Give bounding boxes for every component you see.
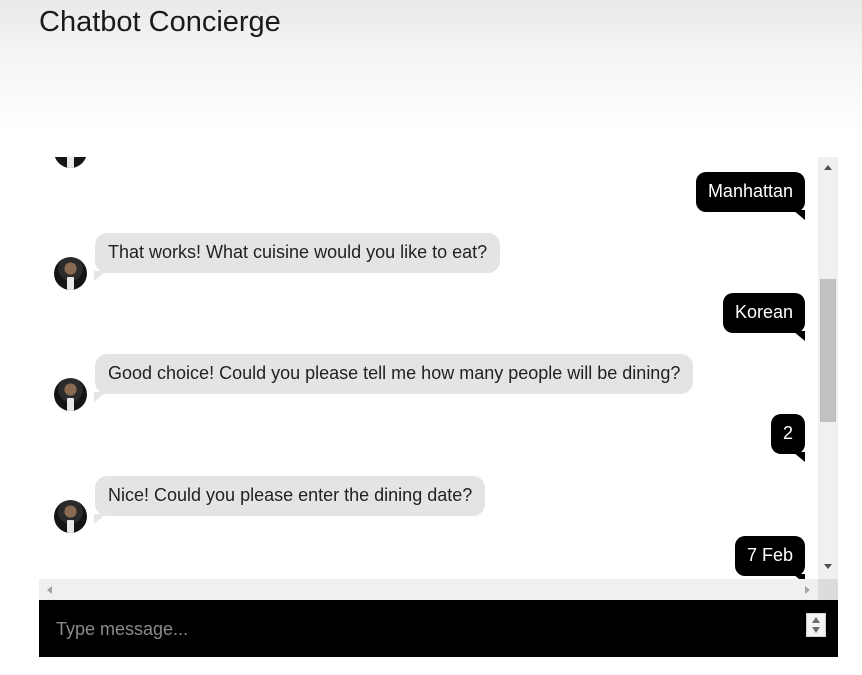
bot-avatar — [54, 500, 87, 533]
vertical-scroll-thumb[interactable] — [820, 279, 836, 422]
message-input-bar — [39, 600, 838, 657]
bot-message: That works! What cuisine would you like … — [93, 233, 501, 281]
scroll-up-arrow-icon[interactable] — [824, 165, 832, 170]
bot-avatar — [54, 257, 87, 290]
spinner-up-icon[interactable] — [812, 617, 820, 623]
bot-message: Nice! Could you please enter the dining … — [93, 476, 486, 524]
spinner-down-icon[interactable] — [812, 627, 820, 633]
input-spinner[interactable] — [806, 613, 826, 637]
message-input[interactable] — [54, 612, 798, 646]
bot-avatar — [54, 378, 87, 411]
bot-avatar — [54, 157, 87, 168]
bot-message: Good choice! Could you please tell me ho… — [93, 354, 694, 402]
header: Chatbot Concierge — [0, 0, 862, 135]
scroll-left-arrow-icon[interactable] — [47, 586, 52, 594]
user-message: 7 Feb — [734, 536, 806, 579]
user-message: Manhattan — [695, 172, 806, 220]
vertical-scrollbar[interactable] — [818, 157, 838, 579]
user-message: 2 — [770, 414, 806, 462]
scroll-down-arrow-icon[interactable] — [824, 564, 832, 569]
chat-area: Manhattan That works! What cuisine would… — [39, 157, 838, 600]
message-list[interactable]: Manhattan That works! What cuisine would… — [39, 157, 818, 579]
app-title: Chatbot Concierge — [39, 6, 281, 38]
user-message: Korean — [722, 293, 806, 341]
scrollbar-corner — [818, 579, 838, 600]
horizontal-scrollbar[interactable] — [39, 579, 818, 600]
scroll-right-arrow-icon[interactable] — [805, 586, 810, 594]
